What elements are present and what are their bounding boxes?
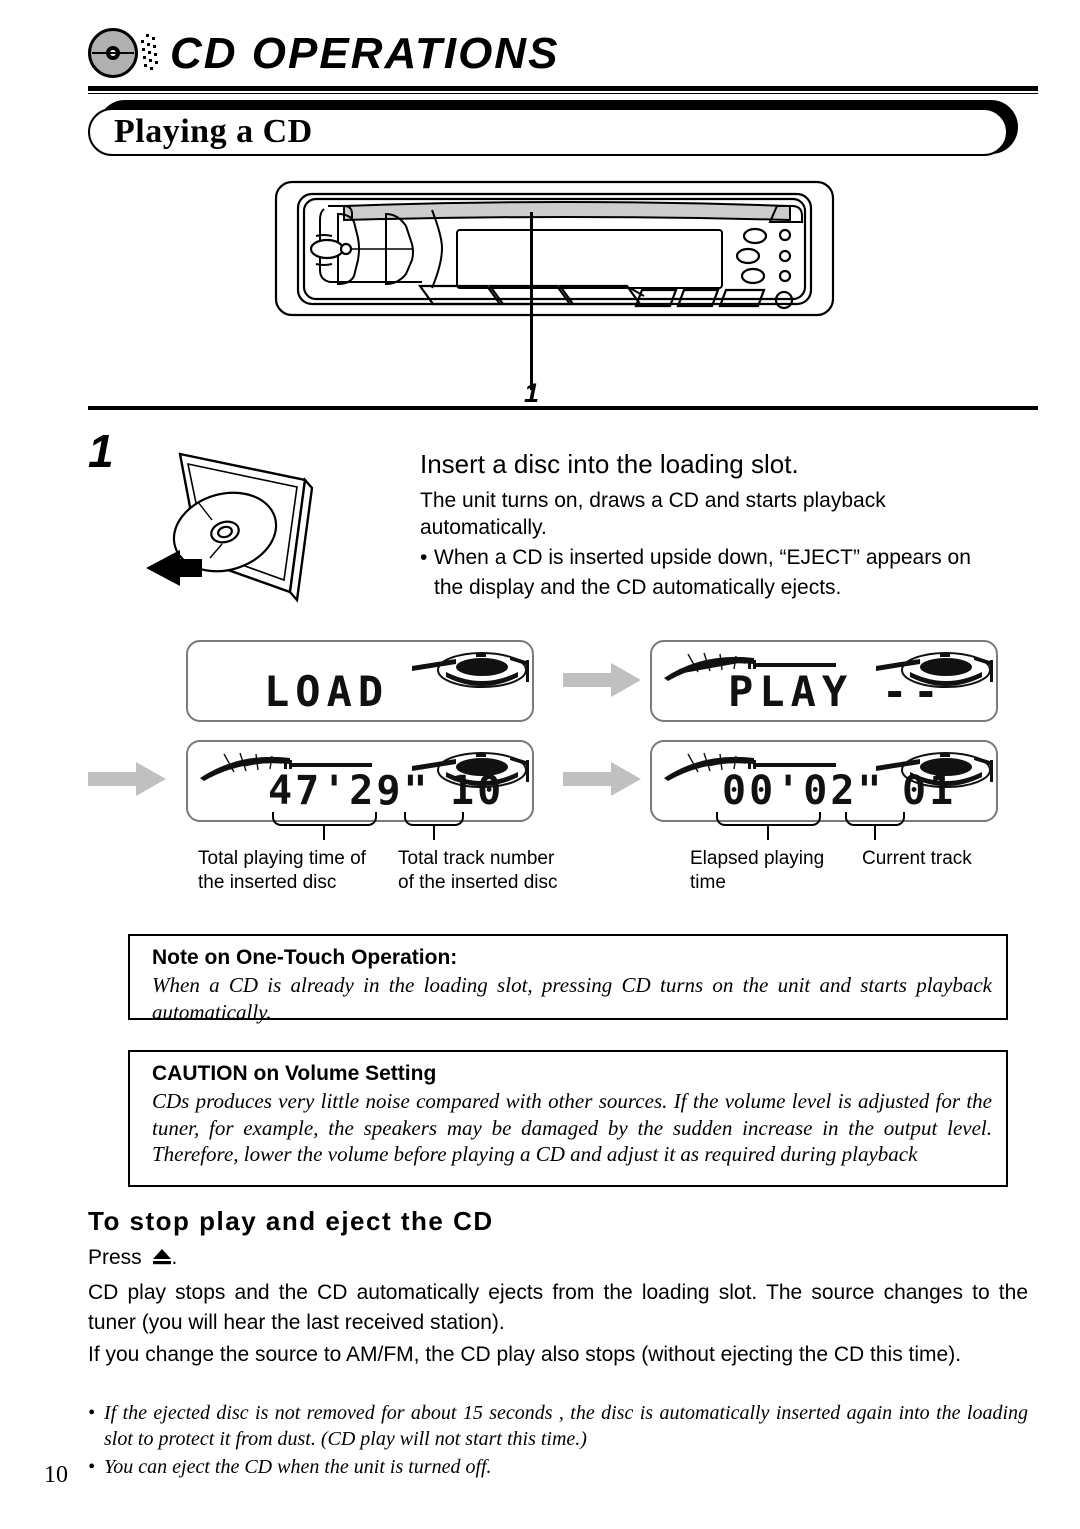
eject-icon	[152, 1245, 172, 1275]
press-label: Press	[88, 1246, 142, 1269]
section-title: Playing a CD	[114, 113, 313, 150]
bottom-bullet-2-text: You can eject the CD when the unit is tu…	[104, 1456, 492, 1478]
bracket-elapsed-time	[716, 812, 821, 826]
caution-box: CAUTION on Volume Setting CDs produces v…	[128, 1050, 1008, 1187]
display-play-text: PLAY	[728, 667, 854, 716]
display-total-track-value: 10	[450, 768, 505, 814]
bottom-bullets: • If the ejected disc is not removed for…	[88, 1400, 1028, 1480]
section-banner: Playing a CD	[88, 100, 1018, 156]
bracket-stem-elapsed-time	[767, 826, 769, 840]
callout-label-1: 1	[524, 378, 540, 408]
cd-disc-indicator-icon	[412, 652, 529, 688]
caption-total-track-line-1: Total track number	[398, 848, 555, 869]
note-box-title: Note on One-Touch Operation:	[152, 946, 458, 969]
step-text-block: Insert a disc into the loading slot. The…	[420, 448, 1030, 601]
caption-total-track-line-2: of the inserted disc	[398, 871, 558, 893]
flow-arrow-2-icon	[88, 762, 166, 796]
display-total-time-value: 47'29"	[268, 768, 431, 814]
caption-elapsed-playing-time: Elapsed playing time	[690, 847, 850, 895]
step-bullet-1-line-1: When a CD is inserted upside down, “EJEC…	[434, 545, 971, 569]
display-load: LOAD	[186, 640, 534, 722]
section-divider-rule	[88, 406, 1038, 410]
caption-total-time-line-1: Total playing time of	[198, 848, 366, 869]
display-load-text: LOAD	[264, 667, 390, 716]
bottom-paragraph-2: If you change the source to AM/FM, the C…	[88, 1343, 962, 1366]
step-body-line-2: automatically.	[420, 516, 547, 540]
header-rule-thin	[88, 93, 1038, 94]
flow-arrow-3-icon	[563, 762, 641, 796]
display-total-time: 47'29" 10	[186, 740, 534, 822]
caption-elapsed-line-2: time	[690, 871, 726, 893]
caution-box-title: CAUTION on Volume Setting	[152, 1062, 437, 1085]
banner-body: Playing a CD	[88, 108, 1008, 156]
note-box-body: When a CD is already in the loading slot…	[152, 973, 992, 1024]
display-current-track-value: 01	[902, 768, 957, 814]
callout-leader-line	[530, 212, 533, 390]
caption-current-track-line-1: Current track	[862, 848, 972, 869]
bullet-dot-icon: •	[420, 545, 428, 569]
display-play: PLAY --	[650, 640, 998, 722]
caption-total-time-line-2: the inserted disc	[198, 871, 337, 893]
car-stereo-illustration	[272, 178, 837, 358]
eject-glyph	[152, 1249, 171, 1265]
bottom-bullet-1-text: If the ejected disc is not removed for a…	[104, 1402, 1028, 1450]
press-eject-line: Press .	[88, 1243, 1028, 1275]
step-heading: Insert a disc into the loading slot.	[420, 449, 799, 479]
subsection-heading: To stop play and eject the CD	[88, 1206, 494, 1236]
page-header: CD OPERATIONS	[88, 18, 1038, 90]
bracket-current-track	[845, 812, 905, 826]
header-rule	[88, 86, 1038, 91]
note-box: Note on One-Touch Operation: When a CD i…	[128, 934, 1008, 1024]
bracket-total-time	[272, 812, 377, 826]
step-body-line-1: The unit turns on, draws a CD and starts…	[420, 488, 886, 512]
step-number: 1	[88, 425, 114, 477]
caption-current-track: Current track	[862, 847, 1022, 871]
caption-total-track-number: Total track number of the inserted disc	[398, 847, 598, 895]
bottom-paragraph-1: CD play stops and the CD automatically e…	[88, 1281, 1028, 1335]
bracket-stem-total-time	[323, 826, 325, 840]
disc-insert-illustration	[140, 440, 360, 610]
cd-disc-icon	[88, 26, 158, 82]
bottom-bullet-2: • You can eject the CD when the unit is …	[88, 1454, 1028, 1480]
display-play-suffix: --	[882, 667, 945, 716]
caption-total-playing-time: Total playing time of the inserted disc	[198, 847, 388, 895]
page-title: CD OPERATIONS	[170, 29, 560, 78]
display-elapsed-time: 00'02" 01	[650, 740, 998, 822]
step-bullet-1-cont: the display and the CD automatically eje…	[420, 574, 1030, 602]
bottom-bullet-1: • If the ejected disc is not removed for…	[88, 1400, 1028, 1452]
press-suffix: .	[171, 1246, 178, 1269]
step-bullet-1-line-2: the display and the CD automatically eje…	[434, 575, 842, 599]
caution-box-body: CDs produces very little noise compared …	[152, 1089, 992, 1167]
bracket-stem-current-track	[874, 826, 876, 840]
bracket-total-track	[404, 812, 464, 826]
flow-arrow-1-icon	[563, 663, 641, 697]
bullet-indent-spacer	[420, 574, 434, 602]
bullet-dot-icon: •	[88, 1456, 96, 1478]
bullet-dot-icon: •	[88, 1402, 96, 1424]
display-elapsed-time-value: 00'02"	[722, 768, 885, 814]
page-number: 10	[44, 1462, 68, 1488]
caption-elapsed-line-1: Elapsed playing	[690, 848, 825, 869]
sparkle-icon	[141, 34, 158, 70]
step-bullet-1: • When a CD is inserted upside down, “EJ…	[420, 544, 1030, 572]
bracket-stem-total-track	[433, 826, 435, 840]
